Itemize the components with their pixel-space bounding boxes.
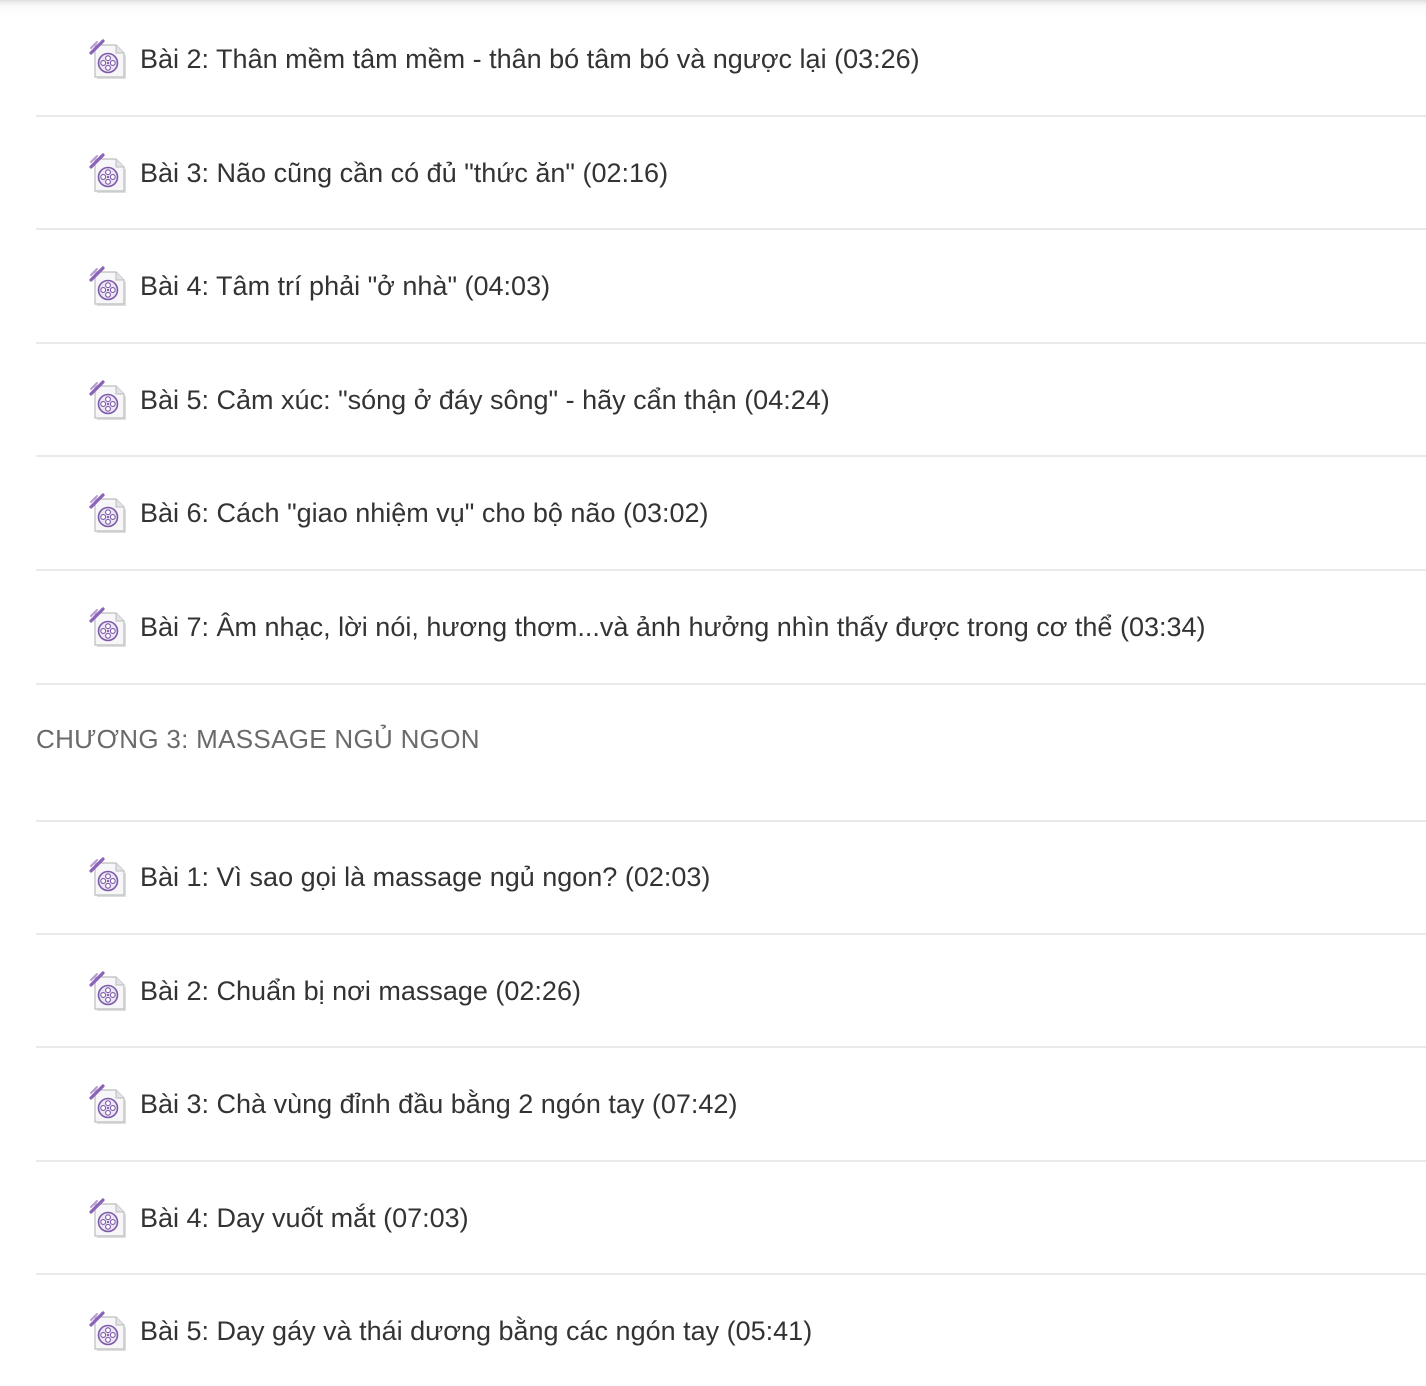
lesson-item[interactable]: Bài 4: Tâm trí phải "ở nhà" (04:03) <box>36 230 1426 344</box>
video-file-icon <box>88 970 128 1013</box>
video-file-icon <box>88 152 128 195</box>
lesson-title[interactable]: Bài 5: Cảm xúc: "sóng ở đáy sông" - hãy … <box>140 382 830 418</box>
lesson-item[interactable]: Bài 3: Chà vùng đỉnh đầu bằng 2 ngón tay… <box>36 1048 1426 1162</box>
lesson-title[interactable]: Bài 2: Thân mềm tâm mềm - thân bó tâm bó… <box>140 41 920 77</box>
lesson-item[interactable]: Bài 2: Thân mềm tâm mềm - thân bó tâm bó… <box>36 3 1426 117</box>
lesson-item[interactable]: Bài 7: Âm nhạc, lời nói, hương thơm...và… <box>36 571 1426 685</box>
lesson-item[interactable]: Bài 3: Não cũng cần có đủ "thức ăn" (02:… <box>36 117 1426 231</box>
lesson-title[interactable]: Bài 6: Cách "giao nhiệm vụ" cho bộ não (… <box>140 495 709 531</box>
lesson-title[interactable]: Bài 3: Não cũng cần có đủ "thức ăn" (02:… <box>140 155 668 191</box>
video-file-icon <box>88 493 128 535</box>
lesson-item[interactable]: Bài 6: Cách "giao nhiệm vụ" cho bộ não (… <box>36 457 1426 571</box>
lesson-title[interactable]: Bài 1: Vì sao gọi là massage ngủ ngon? (… <box>140 859 710 895</box>
lesson-title[interactable]: Bài 7: Âm nhạc, lời nói, hương thơm...và… <box>140 609 1206 645</box>
lesson-item[interactable]: Bài 2: Chuẩn bị nơi massage (02:26) <box>36 935 1426 1049</box>
lesson-item[interactable]: Bài 4: Day vuốt mắt (07:03) <box>36 1162 1426 1276</box>
video-file-icon <box>88 1311 128 1353</box>
lesson-list-chapter-2: Bài 2: Thân mềm tâm mềm - thân bó tâm bó… <box>36 3 1426 685</box>
chapter-heading: CHƯƠNG 3: MASSAGE NGỦ NGON <box>36 724 480 754</box>
video-file-icon <box>88 1198 128 1240</box>
lesson-title[interactable]: Bài 2: Chuẩn bị nơi massage (02:26) <box>140 973 581 1009</box>
lesson-title[interactable]: Bài 5: Day gáy và thái dương bằng các ng… <box>140 1313 812 1349</box>
lesson-item[interactable]: Bài 5: Cảm xúc: "sóng ở đáy sông" - hãy … <box>36 344 1426 458</box>
lesson-item[interactable]: Bài 5: Day gáy và thái dương bằng các ng… <box>36 1275 1426 1386</box>
video-file-icon <box>88 607 128 649</box>
video-file-icon <box>88 266 128 308</box>
video-file-icon <box>88 39 128 81</box>
lesson-list-chapter-3: Bài 1: Vì sao gọi là massage ngủ ngon? (… <box>36 821 1426 1386</box>
lesson-title[interactable]: Bài 4: Tâm trí phải "ở nhà" (04:03) <box>140 268 550 304</box>
video-file-icon <box>88 857 128 899</box>
video-file-icon <box>88 1084 128 1126</box>
lesson-item[interactable]: Bài 1: Vì sao gọi là massage ngủ ngon? (… <box>36 821 1426 935</box>
video-file-icon <box>88 380 128 422</box>
lesson-title[interactable]: Bài 3: Chà vùng đỉnh đầu bằng 2 ngón tay… <box>140 1086 737 1122</box>
lesson-title[interactable]: Bài 4: Day vuốt mắt (07:03) <box>140 1200 469 1236</box>
